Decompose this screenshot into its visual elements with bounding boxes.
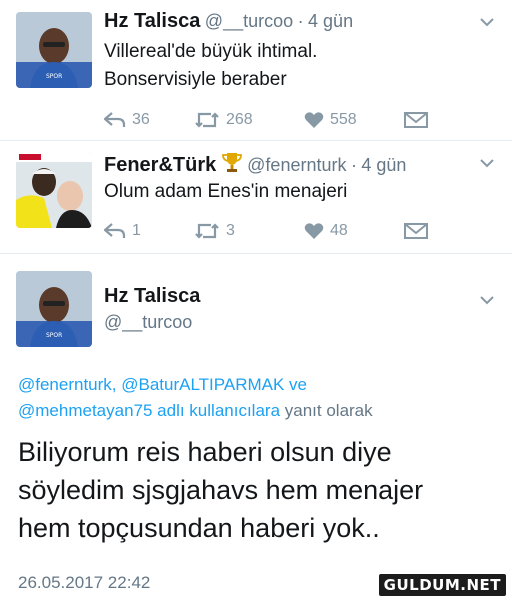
mention-links[interactable]: @fenernturk, @BaturALTIPARMAK	[18, 375, 284, 394]
heart-icon	[304, 112, 324, 128]
retweet-count: 3	[226, 222, 235, 239]
profile-photo-icon	[16, 152, 92, 228]
tweet-timestamp[interactable]: 26.05.2017 22:42	[18, 573, 150, 593]
tweet-header: Hz Talisca @__turcoo · 4 gün	[104, 10, 512, 33]
retweet-icon	[195, 223, 219, 239]
tweet-2[interactable]: Fener&Türk @fenernturk · 4 gün Olum adam…	[0, 141, 512, 253]
tweet-text-line: söyledim sjsgjahavs hem menajer	[18, 475, 424, 505]
handle[interactable]: @__turcoo	[104, 312, 192, 333]
handle[interactable]: @fenernturk	[247, 155, 346, 175]
profile-photo-icon: SPOR	[16, 271, 92, 347]
like-count: 558	[330, 111, 357, 128]
envelope-icon	[404, 223, 428, 239]
tweet-text: Biliyorum reis haberi olsun diye söyledi…	[18, 433, 423, 547]
tweet-text-line: hem topçusundan haberi yok..	[18, 513, 380, 543]
display-name[interactable]: Hz Talisca	[104, 10, 200, 32]
like-button[interactable]: 48	[304, 222, 404, 240]
watermark: GULDUM.NET	[378, 574, 506, 596]
like-count: 48	[330, 222, 348, 239]
retweet-button[interactable]: 3	[194, 222, 304, 240]
like-button[interactable]: 558	[304, 111, 404, 129]
reply-context: @fenernturk, @BaturALTIPARMAK ve @mehmet…	[18, 372, 373, 424]
message-button[interactable]	[404, 223, 428, 239]
chevron-down-icon[interactable]	[480, 14, 494, 32]
heart-icon	[304, 223, 324, 239]
reply-icon	[104, 223, 126, 238]
mention-link[interactable]: @mehmetayan75	[18, 401, 152, 420]
reply-count: 36	[132, 111, 150, 128]
reply-button[interactable]: 1	[104, 222, 194, 240]
tweet-text-line: Villereal'de büyük ihtimal.	[104, 41, 318, 62]
handle[interactable]: @__turcoo	[205, 11, 293, 31]
retweet-icon	[195, 112, 219, 128]
reply-count: 1	[132, 222, 141, 239]
other-users-link[interactable]: adlı kullanıcılara	[152, 401, 280, 420]
display-name[interactable]: Fener&Türk	[104, 154, 216, 176]
svg-text:SPOR: SPOR	[46, 73, 62, 80]
separator-dot: ·	[297, 11, 304, 31]
tweet-text-line: Bonservisiyle beraber	[104, 69, 287, 90]
retweet-button[interactable]: 268	[194, 111, 304, 129]
avatar[interactable]: SPOR	[16, 12, 92, 88]
tweet-text: Olum adam Enes'in menajeri	[104, 178, 347, 206]
tweet-1[interactable]: SPOR Hz Talisca @__turcoo · 4 gün Viller…	[0, 0, 512, 140]
reply-icon	[104, 112, 126, 127]
tweet-time[interactable]: 4 gün	[361, 155, 406, 175]
envelope-icon	[404, 112, 428, 128]
reply-context-conjunction: ve	[284, 375, 307, 394]
separator-dot: ·	[350, 155, 357, 175]
display-name[interactable]: Hz Talisca	[104, 285, 200, 308]
retweet-count: 268	[226, 111, 253, 128]
tweet-actions: 36 268 558	[104, 109, 428, 131]
avatar[interactable]: SPOR	[16, 271, 92, 347]
focused-tweet: SPOR Hz Talisca @__turcoo @fenernturk, @…	[0, 254, 512, 599]
tweet-text-line: Olum adam Enes'in menajeri	[104, 181, 348, 202]
chevron-down-icon[interactable]	[480, 292, 494, 310]
profile-photo-icon: SPOR	[16, 12, 92, 88]
tweet-time[interactable]: 4 gün	[308, 11, 353, 31]
reply-context-suffix: yanıt olarak	[280, 401, 373, 420]
tweet-text: Villereal'de büyük ihtimal. Bonservisiyl…	[104, 38, 317, 94]
trophy-icon	[221, 151, 243, 178]
svg-text:SPOR: SPOR	[46, 332, 62, 339]
avatar[interactable]	[16, 152, 92, 228]
tweet-actions: 1 3 48	[104, 220, 428, 242]
tweet-header: Fener&Türk @fenernturk · 4 gün	[104, 151, 512, 178]
reply-button[interactable]: 36	[104, 111, 194, 129]
chevron-down-icon[interactable]	[480, 155, 494, 173]
tweet-text-line: Biliyorum reis haberi olsun diye	[18, 437, 392, 467]
message-button[interactable]	[404, 112, 428, 128]
